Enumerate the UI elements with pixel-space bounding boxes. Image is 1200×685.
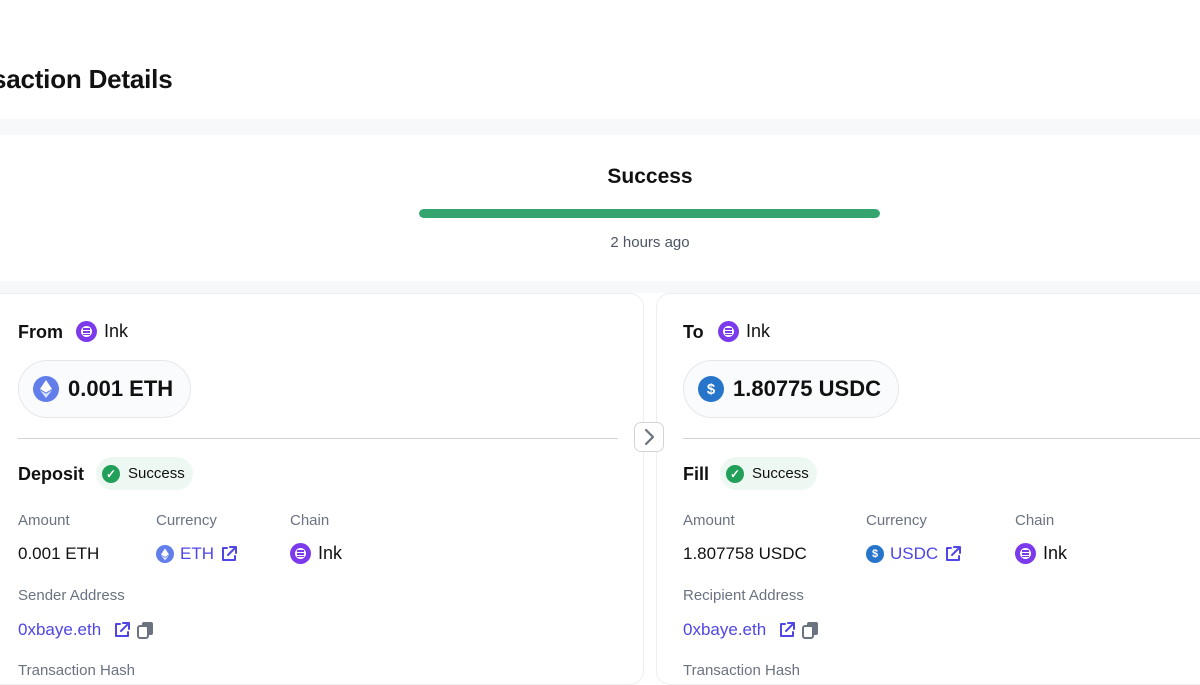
eth-icon: [156, 545, 174, 563]
eth-icon: [33, 376, 59, 402]
destination-chain-name: Ink: [746, 321, 771, 341]
usdc-icon: $: [698, 376, 724, 402]
sender-address-row: 0xbaye.eth: [18, 620, 155, 640]
fill-status-text: Success: [752, 465, 809, 482]
fill-chain-value: Ink: [1043, 543, 1068, 563]
recipient-address-row: 0xbaye.eth: [683, 620, 820, 640]
ink-icon: [1015, 543, 1036, 564]
sender-address-link[interactable]: 0xbaye.eth: [18, 620, 101, 640]
destination-amount-pill: $ 1.80775 USDC: [683, 360, 899, 418]
copy-icon[interactable]: [137, 621, 155, 639]
status-progress-bar: [419, 209, 880, 218]
transaction-hash-label: Transaction Hash: [683, 662, 800, 679]
transaction-hash-label: Transaction Hash: [18, 662, 135, 679]
ink-icon: [76, 321, 97, 342]
section-separator: [0, 281, 1200, 293]
ink-icon: [290, 543, 311, 564]
deposit-heading: Deposit: [18, 464, 85, 484]
source-chain: Ink: [76, 321, 128, 342]
chevron-right-icon[interactable]: [634, 422, 664, 452]
sender-address-label: Sender Address: [18, 587, 125, 604]
copy-icon[interactable]: [802, 621, 820, 639]
external-link-icon[interactable]: [944, 545, 962, 563]
fill-status-badge: ✓ Success: [720, 457, 817, 490]
transaction-time: 2 hours ago: [610, 234, 690, 251]
fill-currency-label: Currency: [866, 512, 927, 529]
destination-amount: 1.80775 USDC: [733, 376, 881, 401]
deposit-currency-link[interactable]: ETH: [156, 544, 238, 564]
check-icon: ✓: [102, 464, 120, 483]
external-link-icon[interactable]: [778, 621, 796, 639]
source-chain-name: Ink: [104, 321, 129, 341]
usdc-icon: $: [866, 545, 884, 563]
deposit-status-text: Success: [128, 465, 185, 482]
deposit-currency-label: Currency: [156, 512, 217, 529]
source-divider: [18, 438, 618, 439]
fill-chain-label: Chain: [1015, 512, 1055, 529]
destination-chain: Ink: [718, 321, 770, 342]
ink-icon: [718, 321, 739, 342]
fill-heading: Fill: [683, 464, 709, 484]
to-heading: To: [683, 322, 704, 342]
source-amount-pill: 0.001 ETH: [18, 360, 192, 418]
external-link-icon[interactable]: [113, 621, 131, 639]
fill-chain: Ink: [1015, 543, 1067, 564]
fill-currency-link[interactable]: $ USDC: [866, 544, 962, 564]
from-heading: From: [18, 322, 63, 342]
recipient-address-label: Recipient Address: [683, 587, 804, 604]
deposit-currency: ETH: [180, 544, 214, 563]
deposit-amount-label: Amount: [18, 512, 70, 529]
deposit-chain-label: Chain: [290, 512, 330, 529]
deposit-chain-value: Ink: [318, 543, 343, 563]
fill-currency: USDC: [890, 544, 939, 563]
source-amount: 0.001 ETH: [68, 376, 174, 401]
recipient-address-link[interactable]: 0xbaye.eth: [683, 620, 766, 640]
deposit-chain: Ink: [290, 543, 342, 564]
fill-amount: 1.807758 USDC: [683, 544, 807, 563]
destination-divider: [683, 438, 1200, 439]
status-progress-fill: [419, 209, 880, 218]
page-title: ansaction Details: [0, 64, 173, 94]
external-link-icon[interactable]: [220, 545, 238, 563]
transaction-status-panel: [0, 119, 1200, 297]
transaction-status: Success: [607, 165, 693, 188]
check-icon: ✓: [726, 464, 744, 483]
deposit-status-badge: ✓ Success: [96, 457, 193, 490]
fill-amount-label: Amount: [683, 512, 735, 529]
deposit-amount: 0.001 ETH: [18, 544, 100, 563]
